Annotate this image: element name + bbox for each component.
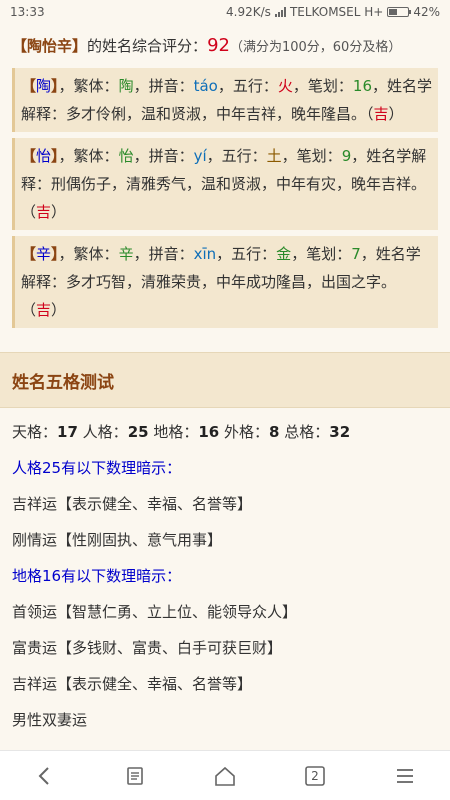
- pinyin-label: ，拼音：: [133, 245, 194, 263]
- wuxing-label: ，五行：: [217, 77, 278, 95]
- carrier-label: TELKOMSEL H+: [289, 5, 384, 19]
- score-note: （满分为100分，60分及格）: [229, 40, 402, 55]
- hint-line: 吉祥运【表示健全、幸福、名誉等】: [12, 675, 253, 693]
- ren-hint-title: 人格25有以下数理暗示：: [12, 459, 182, 477]
- wuge-values: 天格：17 人格：25 地格：16 外格：8 总格：32: [12, 414, 438, 450]
- trad-value: 辛: [118, 245, 134, 263]
- hint-line: 富贵运【多钱财、富贵、白手可获巨财】: [12, 639, 283, 657]
- char-card: 【怡】，繁体：怡，拼音：yí，五行：土，笔划：9，姓名学解释：刑偶伤子，清雅秀气…: [12, 138, 438, 230]
- home-icon: [215, 766, 235, 786]
- hint-line: 吉祥运【表示健全、幸福、名誉等】: [12, 495, 253, 513]
- tian-label: 天格：: [12, 423, 58, 441]
- battery-icon: [387, 7, 412, 17]
- menu-icon: [397, 768, 413, 783]
- wai-label: 外格：: [224, 423, 270, 441]
- char-card: 【辛】，繁体：辛，拼音：xīn，五行：金，笔划：7，姓名学解释：多才巧智，清雅荣…: [12, 236, 438, 328]
- tab-count: 2: [311, 768, 319, 783]
- tabs-button[interactable]: 2: [285, 751, 345, 800]
- divider: [0, 334, 450, 348]
- page-content: 【陶怡辛】的姓名综合评分：92（满分为100分，60分及格） 【陶】，繁体：陶，…: [0, 24, 450, 750]
- menu-button[interactable]: [375, 751, 435, 800]
- name-score-summary: 【陶怡辛】的姓名综合评分：92（满分为100分，60分及格）: [0, 24, 450, 68]
- tabs-icon: 2: [303, 765, 327, 787]
- trad-label: ，繁体：: [58, 77, 119, 95]
- battery-fill: [389, 9, 398, 15]
- luck-value: 吉: [36, 301, 52, 319]
- status-right: 4.92K/s TELKOMSEL H+ 42%: [226, 5, 440, 19]
- network-speed: 4.92K/s: [226, 5, 271, 19]
- wuge-results: 天格：17 人格：25 地格：16 外格：8 总格：32 人格25有以下数理暗示…: [0, 408, 450, 744]
- strokes-label: ，笔划：: [281, 147, 342, 165]
- wuxing-label: ，五行：: [216, 245, 277, 263]
- tian-value: 17: [57, 423, 78, 441]
- luck-value: 吉: [373, 105, 389, 123]
- strokes-value: 16: [352, 77, 372, 95]
- trad-value: 怡: [118, 147, 134, 165]
- wuxing-label: ，五行：: [206, 147, 267, 165]
- bracket-close: 】: [72, 37, 88, 55]
- reader-button[interactable]: [105, 751, 165, 800]
- zong-label: 总格：: [284, 423, 330, 441]
- hint-line: 男性双妻运: [12, 711, 88, 729]
- back-button[interactable]: [15, 751, 75, 800]
- trad-label: ，繁体：: [58, 245, 119, 263]
- luck-value: 吉: [36, 203, 52, 221]
- hint-line: 首领运【智慧仁勇、立上位、能领导众人】: [12, 603, 298, 621]
- status-time: 13:33: [10, 5, 45, 19]
- strokes-label: ，笔划：: [292, 77, 353, 95]
- strokes-value: 9: [341, 147, 352, 165]
- wai-value: 8: [269, 423, 280, 441]
- trad-value: 陶: [118, 77, 134, 95]
- char-value: 怡: [36, 147, 52, 165]
- char-value: 陶: [36, 77, 52, 95]
- trad-label: ，繁体：: [58, 147, 119, 165]
- char-card: 【陶】，繁体：陶，拼音：táo，五行：火，笔划：16，姓名学解释：多才伶俐，温和…: [12, 68, 438, 132]
- ren-label: 人格：: [82, 423, 128, 441]
- status-bar: 13:33 4.92K/s TELKOMSEL H+ 42%: [0, 0, 450, 24]
- full-name: 陶怡辛: [27, 37, 73, 55]
- wuxing-value: 火: [277, 77, 293, 95]
- overall-score: 92: [207, 35, 230, 56]
- pinyin-value: táo: [193, 77, 218, 95]
- document-icon: [127, 766, 143, 785]
- signal-icon: [274, 7, 286, 17]
- summary-text: 的姓名综合评分：: [87, 37, 208, 55]
- hint-line: 刚情运【性刚固执、意气用事】: [12, 531, 223, 549]
- strokes-label: ，笔划：: [291, 245, 352, 263]
- strokes-value: 7: [351, 245, 361, 263]
- di-hint-title: 地格16有以下数理暗示：: [12, 567, 182, 585]
- di-label: 地格：: [153, 423, 199, 441]
- char-value: 辛: [36, 245, 52, 263]
- pinyin-label: ，拼音：: [133, 147, 194, 165]
- section-title: 姓名五格测试: [0, 352, 450, 408]
- bracket-open: 【: [12, 37, 28, 55]
- bottom-nav: 2: [0, 750, 450, 800]
- wuxing-value: 金: [276, 245, 292, 263]
- pinyin-value: yí: [193, 147, 207, 165]
- home-button[interactable]: [195, 751, 255, 800]
- back-arrow-icon: [38, 766, 49, 785]
- di-value: 16: [198, 423, 220, 441]
- battery-percent: 42%: [413, 5, 440, 19]
- ren-value: 25: [127, 423, 149, 441]
- pinyin-label: ，拼音：: [133, 77, 194, 95]
- pinyin-value: xīn: [193, 245, 217, 263]
- wuxing-value: 土: [266, 147, 282, 165]
- zong-value: 32: [329, 423, 351, 441]
